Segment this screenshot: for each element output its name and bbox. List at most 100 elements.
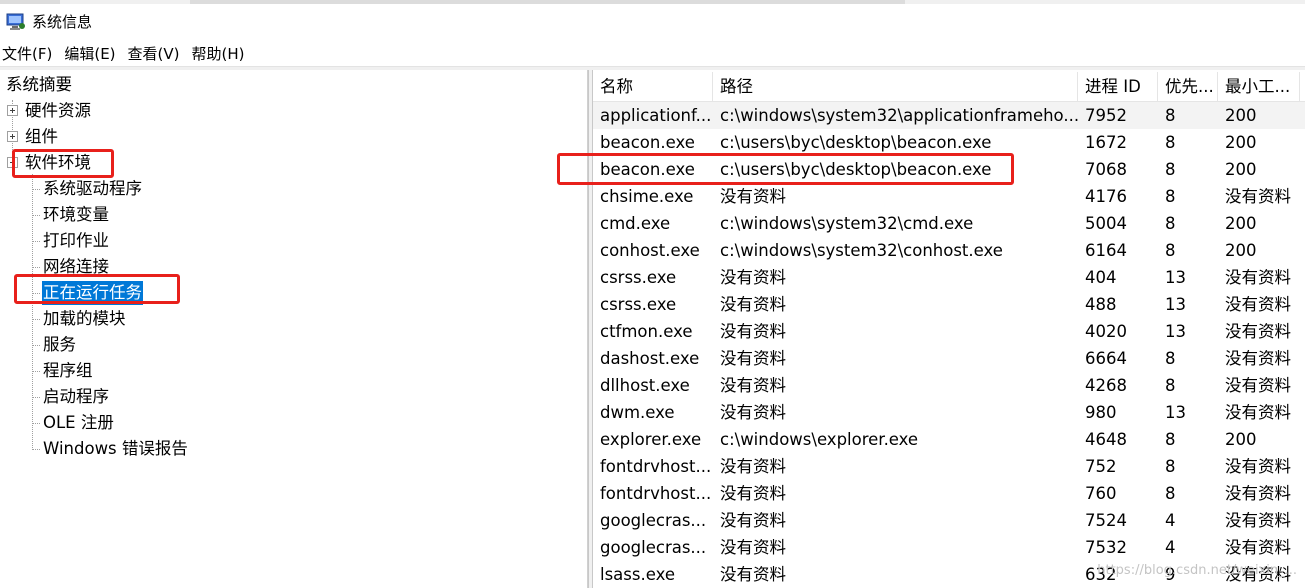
table-row[interactable]: ctfmon.exe 没有资料 4020 13 没有资料	[593, 318, 1305, 345]
tree-item-network-connections[interactable]: 网络连接	[42, 255, 110, 279]
table-row[interactable]: cmd.exe c:\windows\system32\cmd.exe 5004 8 2…	[593, 210, 1305, 237]
cell-priority: 8	[1165, 376, 1176, 395]
process-list[interactable]: 名称 路径 进程 ID 优先... 最小工... applicationf...…	[593, 70, 1305, 588]
menu-bar: 文件(F) 编辑(E) 查看(V) 帮助(H)	[0, 42, 1305, 66]
cell-priority: 8	[1165, 187, 1176, 206]
table-row[interactable]: csrss.exe 没有资料 404 13 没有资料	[593, 264, 1305, 291]
cell-priority: 4	[1165, 538, 1176, 557]
column-header-name[interactable]: 名称	[593, 72, 713, 102]
tree-item-label: 环境变量	[43, 205, 109, 224]
cell-name: fontdrvhost....	[600, 457, 713, 476]
expand-plus-icon[interactable]	[7, 105, 18, 116]
tree-item-label: 加载的模块	[43, 309, 126, 328]
cell-pid: 4020	[1085, 322, 1127, 341]
tree-item-startup-programs[interactable]: 启动程序	[42, 385, 110, 409]
category-tree[interactable]: 系统摘要 硬件资源 组件 软件环境 系统驱动程序 环境变量 打印作业 网络连接 …	[0, 70, 588, 588]
column-header-min-working-set[interactable]: 最小工...	[1218, 72, 1300, 102]
tree-item-running-tasks[interactable]: 正在运行任务	[42, 281, 143, 305]
cell-name: beacon.exe	[600, 133, 695, 152]
cell-min-working-set: 200	[1225, 160, 1257, 179]
tree-item-label: OLE 注册	[43, 413, 114, 432]
cell-priority: 13	[1165, 403, 1186, 422]
cell-path: 没有资料	[720, 295, 786, 314]
menu-file[interactable]: 文件(F)	[0, 43, 56, 65]
column-header-priority[interactable]: 优先...	[1158, 72, 1218, 102]
cell-name: csrss.exe	[600, 268, 677, 287]
tree-item-loaded-modules[interactable]: 加载的模块	[42, 307, 127, 331]
cell-min-working-set: 200	[1225, 214, 1257, 233]
tree-guide-line	[32, 293, 40, 294]
cell-path: c:\windows\system32\applicationframeho..…	[720, 106, 1078, 125]
cell-path: c:\windows\explorer.exe	[720, 430, 919, 449]
cell-min-working-set: 没有资料	[1225, 295, 1291, 314]
tree-item-label: 软件环境	[25, 153, 91, 172]
menu-view[interactable]: 查看(V)	[124, 43, 184, 65]
tree-guide-line	[32, 397, 40, 398]
table-row[interactable]: googlecras... 没有资料 7524 4 没有资料	[593, 507, 1305, 534]
table-row[interactable]: applicationf... c:\windows\system32\appli…	[593, 102, 1305, 129]
tree-item-windows-error-reporting[interactable]: Windows 错误报告	[42, 437, 189, 461]
cell-path: 没有资料	[720, 376, 786, 395]
tree-item-label: 程序组	[43, 361, 93, 380]
tree-item-program-groups[interactable]: 程序组	[42, 359, 94, 383]
expand-plus-icon[interactable]	[7, 157, 18, 168]
cell-pid: 404	[1085, 268, 1117, 287]
cell-pid: 4268	[1085, 376, 1127, 395]
column-header-path[interactable]: 路径	[713, 72, 1078, 102]
table-row[interactable]: explorer.exe c:\windows\explorer.exe 4648 8…	[593, 426, 1305, 453]
tree-item-label: 硬件资源	[25, 101, 91, 120]
table-row[interactable]: beacon.exe c:\users\byc\desktop\beacon.ex…	[593, 129, 1305, 156]
cell-path: c:\users\byc\desktop\beacon.exe	[720, 133, 992, 152]
cell-min-working-set: 200	[1225, 133, 1257, 152]
tree-item-hardware-resources[interactable]: 硬件资源	[7, 99, 92, 123]
cell-min-working-set: 200	[1225, 106, 1257, 125]
cell-pid: 488	[1085, 295, 1117, 314]
table-row[interactable]: dwm.exe 没有资料 980 13 没有资料	[593, 399, 1305, 426]
tree-item-label: 正在运行任务	[42, 281, 143, 305]
menu-help[interactable]: 帮助(H)	[188, 43, 249, 65]
cell-pid: 5004	[1085, 214, 1127, 233]
tree-item-label: Windows 错误报告	[43, 439, 188, 458]
cell-min-working-set: 没有资料	[1225, 187, 1291, 206]
tree-item-system-summary[interactable]: 系统摘要	[5, 73, 73, 97]
table-row[interactable]: conhost.exe c:\windows\system32\conhost.e…	[593, 237, 1305, 264]
cell-min-working-set: 200	[1225, 241, 1257, 260]
cell-priority: 8	[1165, 349, 1176, 368]
expand-plus-icon[interactable]	[7, 131, 18, 142]
cell-pid: 980	[1085, 403, 1117, 422]
table-row[interactable]: fontdrvhost.... 没有资料 760 8 没有资料	[593, 480, 1305, 507]
menu-edit[interactable]: 编辑(E)	[60, 43, 119, 65]
table-row[interactable]: googlecras... 没有资料 7532 4 没有资料	[593, 534, 1305, 561]
window-title: 系统信息	[32, 13, 93, 31]
cell-name: cmd.exe	[600, 214, 671, 233]
cell-pid: 1672	[1085, 133, 1127, 152]
tree-item-ole-registration[interactable]: OLE 注册	[42, 411, 115, 435]
tree-item-software-environment[interactable]: 软件环境	[7, 151, 92, 175]
cell-path: 没有资料	[720, 511, 786, 530]
cell-min-working-set: 没有资料	[1225, 268, 1291, 287]
cell-name: applicationf...	[600, 106, 712, 125]
cell-path: c:\windows\system32\cmd.exe	[720, 214, 974, 233]
tree-item-system-drivers[interactable]: 系统驱动程序	[42, 177, 143, 201]
tree-item-components[interactable]: 组件	[7, 125, 59, 149]
cell-pid: 760	[1085, 484, 1117, 503]
tree-item-services[interactable]: 服务	[42, 333, 77, 357]
cell-path: 没有资料	[720, 349, 786, 368]
column-header-pid[interactable]: 进程 ID	[1078, 72, 1158, 102]
tree-item-environment-variables[interactable]: 环境变量	[42, 203, 110, 227]
table-row[interactable]: fontdrvhost.... 没有资料 752 8 没有资料	[593, 453, 1305, 480]
tree-item-print-jobs[interactable]: 打印作业	[42, 229, 110, 253]
cell-name: conhost.exe	[600, 241, 700, 260]
table-row[interactable]: csrss.exe 没有资料 488 13 没有资料	[593, 291, 1305, 318]
cell-name: explorer.exe	[600, 430, 702, 449]
tree-guide-line	[32, 241, 40, 242]
cell-min-working-set: 没有资料	[1225, 376, 1291, 395]
table-row[interactable]: beacon.exe c:\users\byc\desktop\beacon.ex…	[593, 156, 1305, 183]
cell-path: c:\windows\system32\conhost.exe	[720, 241, 1003, 260]
cell-path: 没有资料	[720, 187, 786, 206]
tree-item-label: 启动程序	[43, 387, 109, 406]
cell-priority: 8	[1165, 214, 1176, 233]
table-row[interactable]: chsime.exe 没有资料 4176 8 没有资料	[593, 183, 1305, 210]
table-row[interactable]: dllhost.exe 没有资料 4268 8 没有资料	[593, 372, 1305, 399]
table-row[interactable]: dashost.exe 没有资料 6664 8 没有资料	[593, 345, 1305, 372]
